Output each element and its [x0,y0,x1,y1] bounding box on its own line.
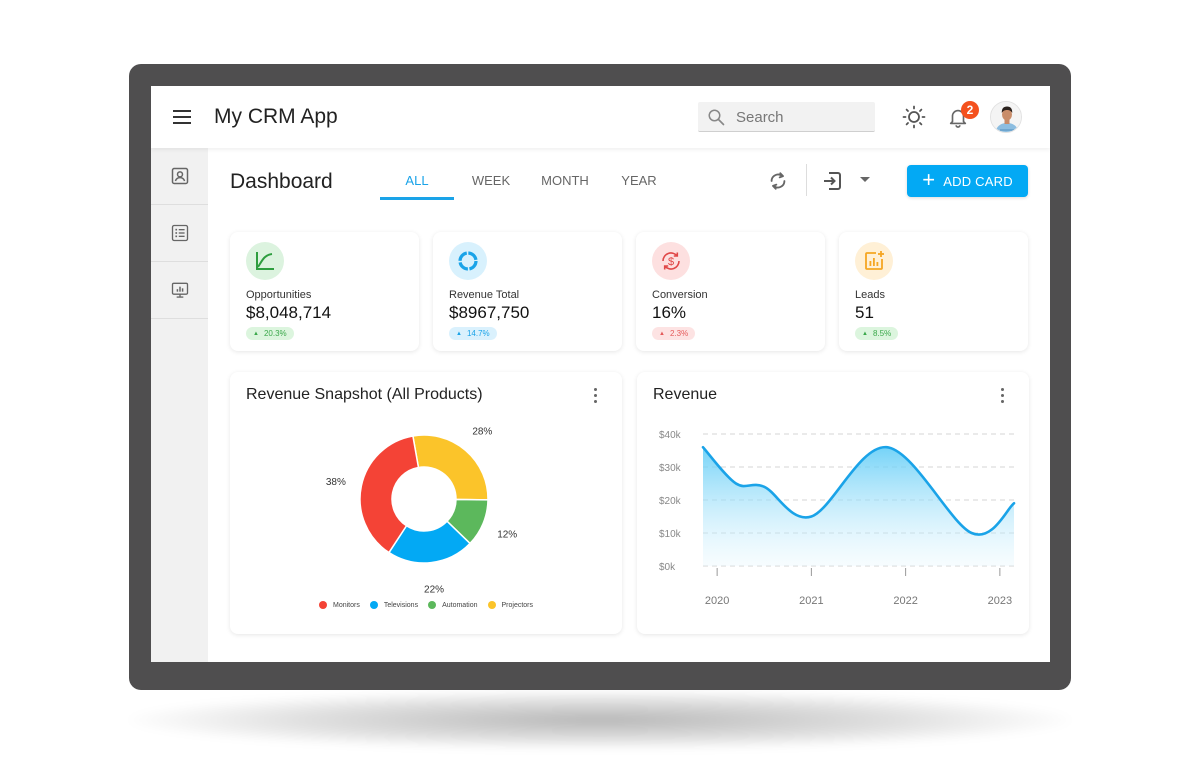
kpi-card-opportunities[interactable]: Opportunities $8,048,714 ▲ 20.3% [230,232,419,351]
app-title: My CRM App [214,105,338,128]
sidebar [151,148,208,662]
chart-legend: Monitors Televisions Automation Projecto… [230,601,622,609]
svg-text:$: $ [668,256,674,268]
legend-label: Televisions [383,601,419,609]
donut-label-televisions: 22% [424,584,444,595]
kpi-card-conversion[interactable]: $ Conversion 16% ▲ 2.3% [636,232,825,351]
legend-dot [318,601,327,609]
legend-label: Projectors [501,601,534,609]
y-tick-label: $10k [659,529,682,540]
y-tick-label: $30k [659,463,682,474]
add-card-label: ADD CARD [943,173,1013,189]
notification-badge: 2 [961,101,979,119]
dollar-cycle-icon: $ [652,242,690,280]
kpi-card-leads[interactable]: Leads 51 ▲ 8.5% [839,232,1028,351]
caret-down-icon[interactable] [860,177,870,182]
kpi-change: 8.5% [872,329,892,338]
tab-all[interactable]: ALL [380,163,454,200]
x-tick-label: 2021 [799,595,823,607]
app-bar: My CRM App 2 [151,86,1050,148]
kpi-change-chip: ▲ 2.3% [652,327,696,340]
legend-item-automation[interactable]: Automation [428,601,478,609]
tab-month[interactable]: MONTH [528,163,602,199]
app-screen: My CRM App 2 [151,86,1050,662]
toolbar-divider [806,164,807,196]
search-icon [708,109,725,126]
add-card-button[interactable]: + ADD CARD [907,165,1028,197]
list-icon [171,224,188,242]
kpi-value: $8,048,714 [246,303,332,322]
legend-item-televisions[interactable]: Televisions [369,601,419,609]
legend-dot [428,601,437,609]
refresh-icon[interactable] [767,170,789,192]
legend-item-projectors[interactable]: Projectors [487,601,534,609]
trend-chart-icon [246,242,284,280]
kpi-label: Conversion [652,289,708,301]
presentation-chart-icon [171,282,188,298]
menu-icon[interactable] [173,110,191,124]
avatar-image [991,102,1021,132]
donut-label-monitors: 38% [326,477,346,488]
kpi-change: 2.3% [669,329,689,338]
device-shadow [130,690,1070,750]
revenue-chart-card: Revenue $0k $10k $20k $30k $40k 2020 2021 2022 2… [637,372,1029,634]
main-content: Dashboard ALL WEEK MONTH YEAR + ADD CARD [208,148,1050,662]
legend-label: Monitors [332,601,360,609]
plus-icon: + [922,167,936,192]
revenue-snapshot-card: Revenue Snapshot (All Products) 28% 12% 22… [230,372,622,634]
kpi-change: 14.7% [466,329,490,338]
period-tabs: ALL WEEK MONTH YEAR [380,163,676,200]
kpi-change-chip: ▲ 20.3% [246,327,294,340]
sun-icon[interactable] [902,105,926,129]
add-chart-icon [855,242,893,280]
kpi-change-chip: ▲ 14.7% [449,327,497,340]
kpi-label: Revenue Total [449,289,520,301]
page-title: Dashboard [230,170,333,193]
kpi-value: $8967,750 [449,303,530,322]
kpi-change: 20.3% [263,329,287,338]
sidebar-item-reports[interactable] [151,262,208,319]
donut-slice-projectors[interactable] [412,434,489,501]
kpi-change-chip: ▲ 8.5% [855,327,899,340]
sidebar-item-lists[interactable] [151,205,208,262]
kpi-label: Leads [855,289,885,301]
donut-icon [449,242,487,280]
user-avatar[interactable] [990,101,1022,133]
kpi-card-revenue-total[interactable]: Revenue Total $8967,750 ▲ 14.7% [433,232,622,351]
donut-chart: 28% 12% 22% 38% [326,426,517,595]
kpi-label: Opportunities [246,289,312,301]
contact-card-icon [171,167,188,185]
legend-dot [487,601,496,609]
x-tick-label: 2022 [893,595,917,607]
donut-label-automation: 12% [497,529,517,540]
export-icon[interactable] [821,169,845,193]
kpi-value: 51 [855,303,874,322]
sidebar-item-contacts[interactable] [151,148,208,205]
tab-week[interactable]: WEEK [454,163,528,199]
search-box[interactable] [698,102,875,132]
tab-year[interactable]: YEAR [602,163,676,199]
x-tick-label: 2023 [988,595,1012,607]
legend-label: Automation [442,601,478,609]
revenue-area-chart: $0k $10k $20k $30k $40k 2020 2021 2022 2023 [659,430,1016,607]
y-tick-label: $40k [659,430,682,441]
search-input[interactable] [736,102,871,132]
x-tick-label: 2020 [705,595,729,607]
donut-label-projectors: 28% [472,426,492,437]
kpi-value: 16% [652,303,687,322]
y-tick-label: $20k [659,496,682,507]
y-tick-label: $0k [659,562,676,573]
legend-item-monitors[interactable]: Monitors [318,601,360,609]
legend-dot [369,601,378,609]
